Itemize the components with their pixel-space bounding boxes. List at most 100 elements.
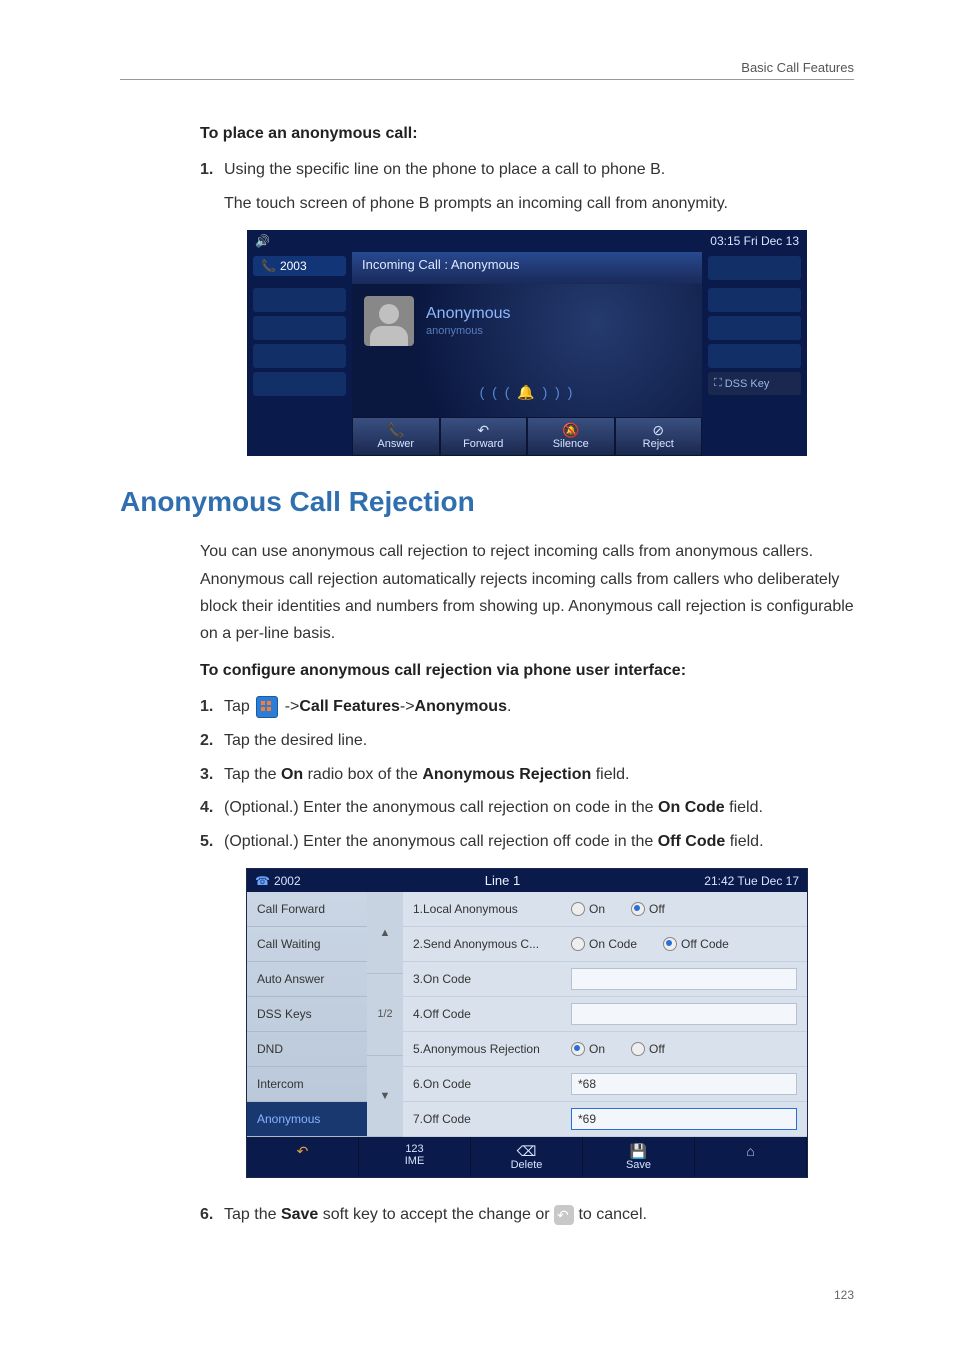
- sidebar-item-dss-keys[interactable]: DSS Keys: [247, 997, 367, 1032]
- config-step-2: 2. Tap the desired line.: [200, 728, 854, 754]
- apps-icon: [256, 696, 278, 718]
- sidebar-item-call-waiting[interactable]: Call Waiting: [247, 927, 367, 962]
- radio-off[interactable]: Off: [631, 902, 665, 916]
- radio-anon-rej-off[interactable]: Off: [631, 1042, 665, 1056]
- reject-icon: ⊘: [616, 422, 702, 438]
- step-text: Tap: [224, 698, 254, 715]
- step-text: Tap the: [224, 766, 281, 783]
- line-slot[interactable]: [253, 344, 346, 368]
- line-slot[interactable]: [708, 288, 801, 312]
- radio-icon: [663, 937, 677, 951]
- sidebar-item-dnd[interactable]: DND: [247, 1032, 367, 1067]
- line-slot[interactable]: [253, 316, 346, 340]
- step-number: 6.: [200, 1202, 224, 1228]
- radio-icon: [631, 902, 645, 916]
- home-icon: ⌂: [695, 1143, 806, 1159]
- sidebar-item-anonymous[interactable]: Anonymous: [247, 1102, 367, 1137]
- config-step-3: 3. Tap the On radio box of the Anonymous…: [200, 762, 854, 788]
- menu-path: Call Features: [299, 698, 399, 715]
- line-slot[interactable]: [253, 372, 346, 396]
- save-icon: 💾: [583, 1143, 694, 1159]
- step-number: 2.: [200, 728, 224, 754]
- answer-softkey[interactable]: 📞 Answer: [352, 417, 440, 456]
- radio-icon: [571, 937, 585, 951]
- line-slot[interactable]: [253, 288, 346, 312]
- step-text: field.: [725, 833, 763, 850]
- step-text: ->: [400, 698, 415, 715]
- softkey-label: Reject: [643, 438, 674, 450]
- step-text: to cancel.: [574, 1206, 647, 1223]
- sidebar-item-auto-answer[interactable]: Auto Answer: [247, 962, 367, 997]
- clock-label: 21:42 Tue Dec 17: [704, 874, 799, 888]
- section-description: You can use anonymous call rejection to …: [200, 538, 854, 647]
- field-label: 4.Off Code: [413, 1007, 563, 1021]
- field-label: 6.On Code: [413, 1077, 563, 1091]
- settings-screenshot: ☎ 2002 Line 1 21:42 Tue Dec 17 Call Forw…: [246, 868, 808, 1178]
- radio-anon-rej-on[interactable]: On: [571, 1042, 605, 1056]
- rej-on-code-input[interactable]: *68: [571, 1073, 797, 1095]
- radio-label: On: [589, 1042, 605, 1056]
- avatar: [364, 296, 414, 346]
- ringing-icon: ( ( ( 🔔 ) ) ): [364, 384, 690, 401]
- radio-on-code[interactable]: On Code: [571, 937, 637, 951]
- field-label: 1.Local Anonymous: [413, 902, 563, 916]
- ime-label-1: 123: [405, 1143, 423, 1155]
- config-step-5: 5. (Optional.) Enter the anonymous call …: [200, 829, 854, 855]
- page-down-button[interactable]: ▼: [367, 1056, 403, 1138]
- silence-icon: 🔕: [528, 422, 614, 438]
- account-label: 2002: [274, 874, 301, 888]
- step-1-sub: The touch screen of phone B prompts an i…: [224, 191, 854, 217]
- radio-icon: [571, 902, 585, 916]
- field-label: 7.Off Code: [413, 1112, 563, 1126]
- forward-softkey[interactable]: ↶ Forward: [440, 417, 528, 456]
- line-slot[interactable]: [708, 256, 801, 280]
- config-heading: To configure anonymous call rejection vi…: [200, 657, 854, 684]
- line-slot[interactable]: [708, 344, 801, 368]
- rej-off-code-input[interactable]: *69: [571, 1108, 797, 1130]
- page-up-button[interactable]: ▲: [367, 892, 403, 974]
- back-softkey[interactable]: ↶: [247, 1137, 359, 1177]
- menu-path: Anonymous: [415, 698, 507, 715]
- config-step-6: 6. Tap the Save soft key to accept the c…: [200, 1202, 854, 1228]
- incoming-call-screenshot: 🔊 03:15 Fri Dec 13 📞 2003 Incoming Call …: [247, 230, 807, 456]
- page-header: Basic Call Features: [120, 60, 854, 80]
- step-number: 1.: [200, 157, 224, 183]
- sidebar-item-call-forward[interactable]: Call Forward: [247, 892, 367, 927]
- sidebar-item-intercom[interactable]: Intercom: [247, 1067, 367, 1102]
- page-number: 123: [120, 1288, 854, 1302]
- radio-label: Off: [649, 1042, 665, 1056]
- caller-id: anonymous: [426, 325, 511, 337]
- delete-softkey[interactable]: ⌫ Delete: [471, 1137, 583, 1177]
- line-account-label: 2003: [280, 259, 307, 273]
- line-tab[interactable]: 📞 2003: [253, 256, 346, 276]
- step-text: soft key to accept the change or: [318, 1206, 554, 1223]
- ime-softkey[interactable]: 123 IME: [359, 1137, 471, 1177]
- line-slot[interactable]: [708, 316, 801, 340]
- ui-ref: Anonymous Rejection: [422, 766, 591, 783]
- radio-icon: [571, 1042, 585, 1056]
- ui-ref: Off Code: [658, 833, 726, 850]
- dss-key-button[interactable]: ⛶ DSS Key: [708, 372, 801, 395]
- delete-icon: ⌫: [471, 1143, 582, 1159]
- section-title: Anonymous Call Rejection: [120, 486, 854, 518]
- volume-icon: 🔊: [247, 230, 368, 252]
- step-text: field.: [591, 766, 629, 783]
- radio-label: On: [589, 902, 605, 916]
- phone-icon: ☎: [255, 874, 270, 888]
- step-text: Tap the: [224, 1206, 281, 1223]
- radio-on[interactable]: On: [571, 902, 605, 916]
- off-code-input[interactable]: [571, 1003, 797, 1025]
- ui-ref: On Code: [658, 799, 725, 816]
- step-number: 4.: [200, 795, 224, 821]
- softkey-label: Answer: [377, 438, 414, 450]
- caller-name: Anonymous: [426, 305, 511, 323]
- radio-off-code[interactable]: Off Code: [663, 937, 729, 951]
- on-code-input[interactable]: [571, 968, 797, 990]
- silence-softkey[interactable]: 🔕 Silence: [527, 417, 615, 456]
- step-text: (Optional.) Enter the anonymous call rej…: [224, 799, 658, 816]
- reject-softkey[interactable]: ⊘ Reject: [615, 417, 703, 456]
- home-softkey[interactable]: ⌂: [695, 1137, 807, 1177]
- save-softkey[interactable]: 💾 Save: [583, 1137, 695, 1177]
- step-text: radio box of the: [303, 766, 422, 783]
- step-text: ->: [285, 698, 300, 715]
